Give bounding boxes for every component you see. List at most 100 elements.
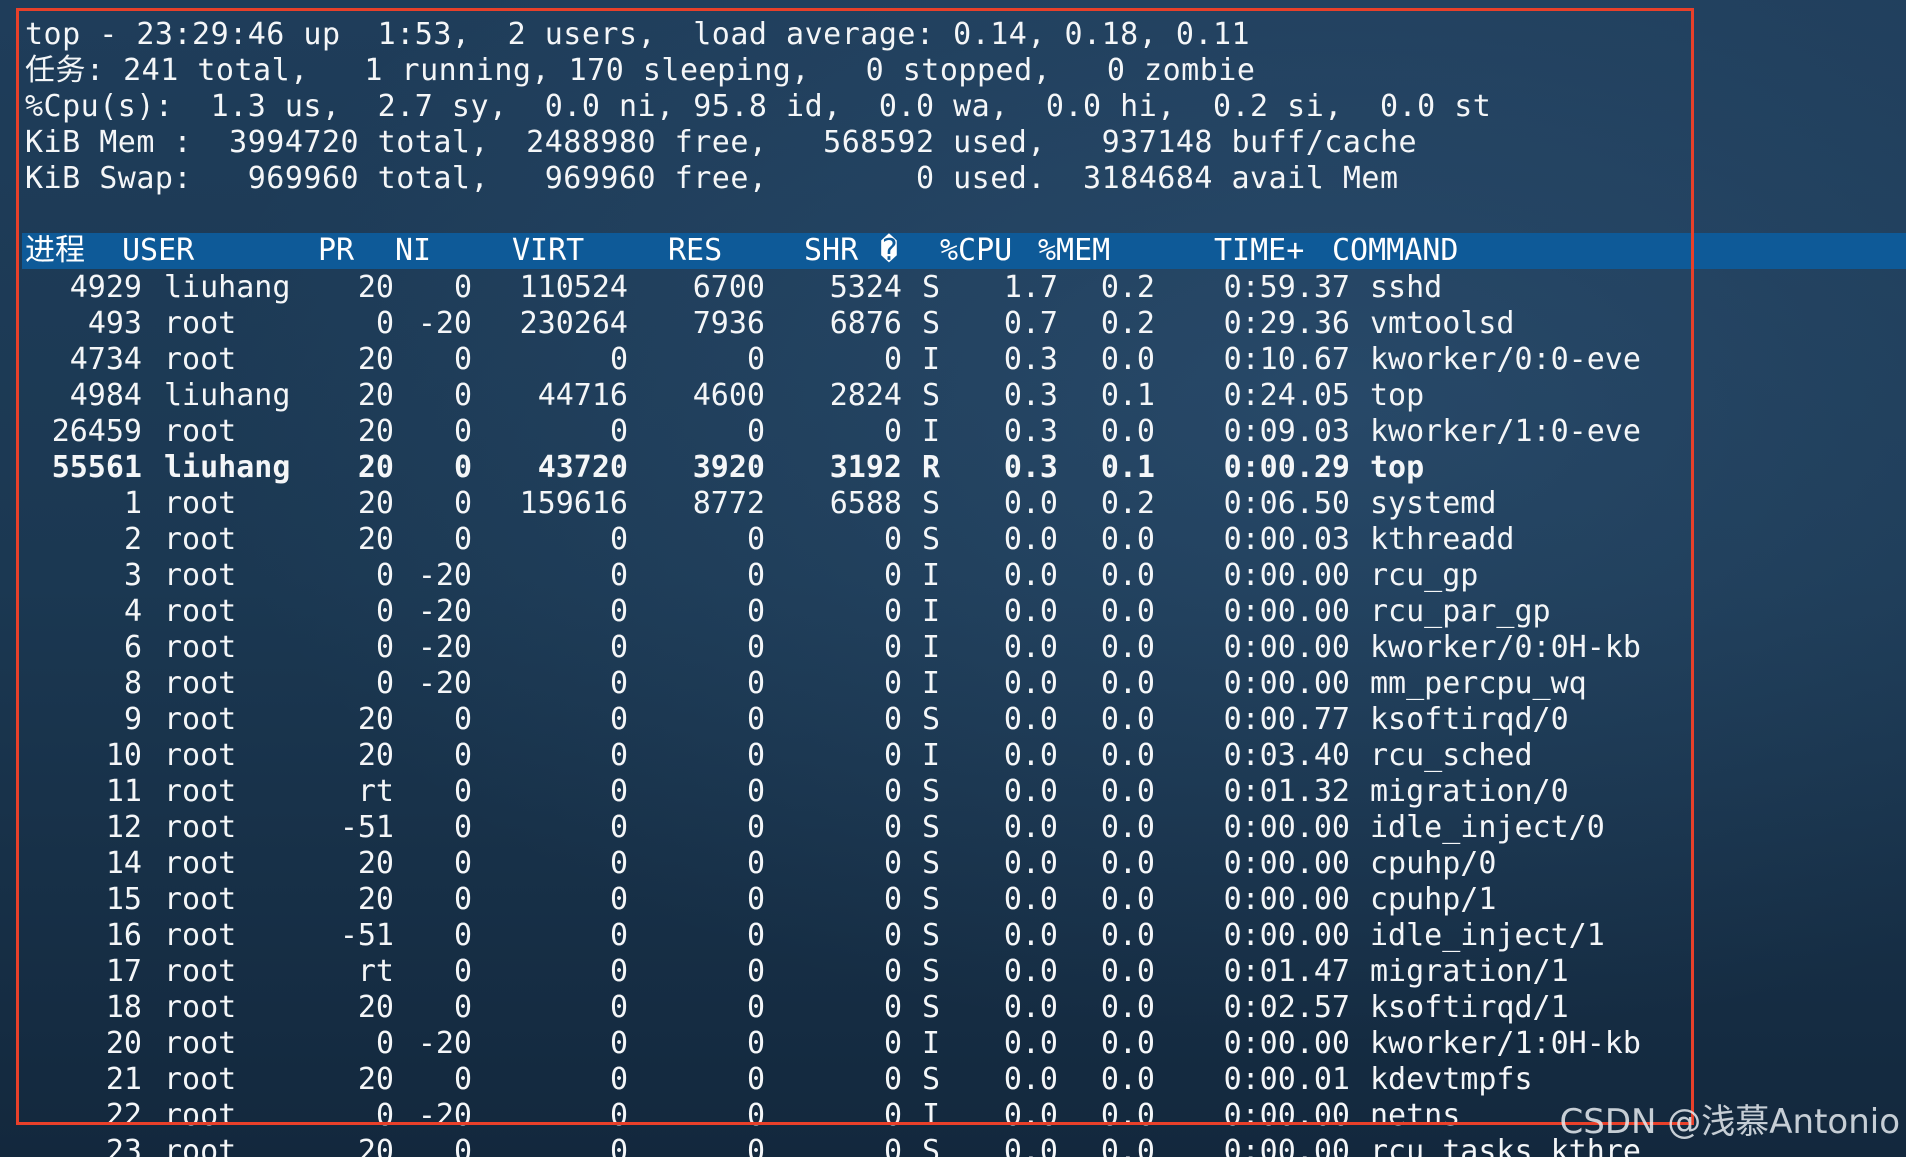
cell-user: liuhang	[164, 378, 291, 413]
cell-pr: 0	[375, 1098, 394, 1133]
cell-res: 0	[746, 1062, 765, 1097]
summary-cpu-line: %Cpu(s): 1.3 us, 2.7 sy, 0.0 ni, 95.8 id…	[25, 89, 1492, 124]
cell-shr: 0	[883, 522, 902, 557]
cell-command: kworker/0:0H-kb	[1370, 630, 1641, 665]
cell-command: rcu_par_gp	[1370, 594, 1551, 629]
cell-time: 0:00.00	[1223, 630, 1350, 665]
cell-pr: 20	[357, 1062, 394, 1097]
cell-virt: 0	[609, 990, 628, 1025]
cell-pr: 20	[357, 378, 394, 413]
cell-ni: 0	[453, 378, 472, 413]
cell-res: 0	[746, 1134, 765, 1157]
cell-shr: 0	[883, 738, 902, 773]
cell-time: 0:00.00	[1223, 594, 1350, 629]
cell-command: top	[1370, 450, 1425, 485]
cell-mem: 0.0	[1100, 954, 1155, 989]
cell-shr: 0	[883, 558, 902, 593]
cell-mem: 0.0	[1100, 990, 1155, 1025]
cell-time: 0:00.00	[1223, 846, 1350, 881]
cell-command: rcu_sched	[1370, 738, 1533, 773]
cell-virt: 44716	[537, 378, 628, 413]
cell-res: 8772	[692, 486, 765, 521]
cell-pr: 0	[375, 306, 394, 341]
cell-pid: 17	[105, 954, 142, 989]
cell-shr: 2824	[829, 378, 902, 413]
cell-shr: 0	[883, 594, 902, 629]
cell-cpu: 0.0	[1003, 630, 1058, 665]
cell-virt: 0	[609, 522, 628, 557]
cell-mem: 0.0	[1100, 918, 1155, 953]
cell-user: root	[164, 666, 237, 701]
cell-pid: 14	[105, 846, 142, 881]
cell-ni: -20	[417, 1026, 472, 1061]
cell-command: sshd	[1370, 270, 1443, 305]
cell-ni: 0	[453, 342, 472, 377]
cell-ni: 0	[453, 1134, 472, 1157]
cell-res: 0	[746, 1026, 765, 1061]
cell-time: 0:00.77	[1223, 702, 1350, 737]
cell-mem: 0.0	[1100, 810, 1155, 845]
cell-pid: 12	[105, 810, 142, 845]
cell-virt: 0	[609, 594, 628, 629]
cell-time: 0:00.00	[1223, 558, 1350, 593]
cell-cpu: 0.0	[1003, 558, 1058, 593]
cell-command: ksoftirqd/0	[1370, 702, 1569, 737]
cell-shr: 0	[883, 990, 902, 1025]
cell-ni: 0	[453, 270, 472, 305]
cell-cpu: 0.3	[1003, 414, 1058, 449]
cell-s: I	[922, 414, 941, 449]
cell-cpu: 0.0	[1003, 738, 1058, 773]
cell-pid: 4734	[69, 342, 142, 377]
cell-virt: 230264	[519, 306, 628, 341]
cell-cpu: 0.7	[1003, 306, 1058, 341]
cell-res: 0	[746, 846, 765, 881]
cell-user: root	[164, 1134, 237, 1157]
cell-virt: 0	[609, 774, 628, 809]
cell-s: S	[922, 810, 941, 845]
cell-shr: 0	[883, 414, 902, 449]
cell-ni: 0	[453, 774, 472, 809]
cell-ni: 0	[453, 810, 472, 845]
cell-pid: 10	[105, 738, 142, 773]
cell-virt: 0	[609, 630, 628, 665]
cell-s: S	[922, 918, 941, 953]
cell-command: cpuhp/0	[1370, 846, 1497, 881]
cell-cpu: 1.7	[1003, 270, 1058, 305]
cell-mem: 0.0	[1100, 594, 1155, 629]
cell-user: root	[164, 918, 237, 953]
cell-pr: 20	[357, 1134, 394, 1157]
cell-command: vmtoolsd	[1370, 306, 1515, 341]
cell-time: 0:00.03	[1223, 522, 1350, 557]
terminal-window[interactable]: top - 23:29:46 up 1:53, 2 users, load av…	[0, 0, 1906, 1157]
cell-res: 0	[746, 342, 765, 377]
cell-pr: 0	[375, 594, 394, 629]
cell-cpu: 0.0	[1003, 666, 1058, 701]
cell-mem: 0.0	[1100, 630, 1155, 665]
cell-time: 0:06.50	[1223, 486, 1350, 521]
cell-command: idle_inject/0	[1370, 810, 1605, 845]
cell-mem: 0.0	[1100, 558, 1155, 593]
cell-s: S	[922, 522, 941, 557]
cell-user: root	[164, 1098, 237, 1133]
cell-command: rcu_gp	[1370, 558, 1479, 593]
cell-virt: 0	[609, 702, 628, 737]
col-pid-header: 进程	[25, 233, 85, 268]
cell-virt: 0	[609, 558, 628, 593]
cell-mem: 0.1	[1100, 378, 1155, 413]
col-ni-header: NI	[395, 233, 432, 268]
cell-mem: 0.0	[1100, 882, 1155, 917]
cell-shr: 0	[883, 882, 902, 917]
cell-res: 0	[746, 990, 765, 1025]
cell-shr: 0	[883, 774, 902, 809]
cell-time: 0:01.32	[1223, 774, 1350, 809]
cell-pid: 55561	[51, 450, 142, 485]
cell-shr: 0	[883, 666, 902, 701]
cell-user: root	[164, 558, 237, 593]
summary-tasks-line: 任务: 241 total, 1 running, 170 sleeping, …	[25, 53, 1256, 88]
cell-mem: 0.0	[1100, 1134, 1155, 1157]
cell-cpu: 0.0	[1003, 594, 1058, 629]
cell-pid: 8	[123, 666, 142, 701]
cell-command: ksoftirqd/1	[1370, 990, 1569, 1025]
cell-pr: rt	[357, 954, 394, 989]
col-virt-header: VIRT	[512, 233, 585, 268]
